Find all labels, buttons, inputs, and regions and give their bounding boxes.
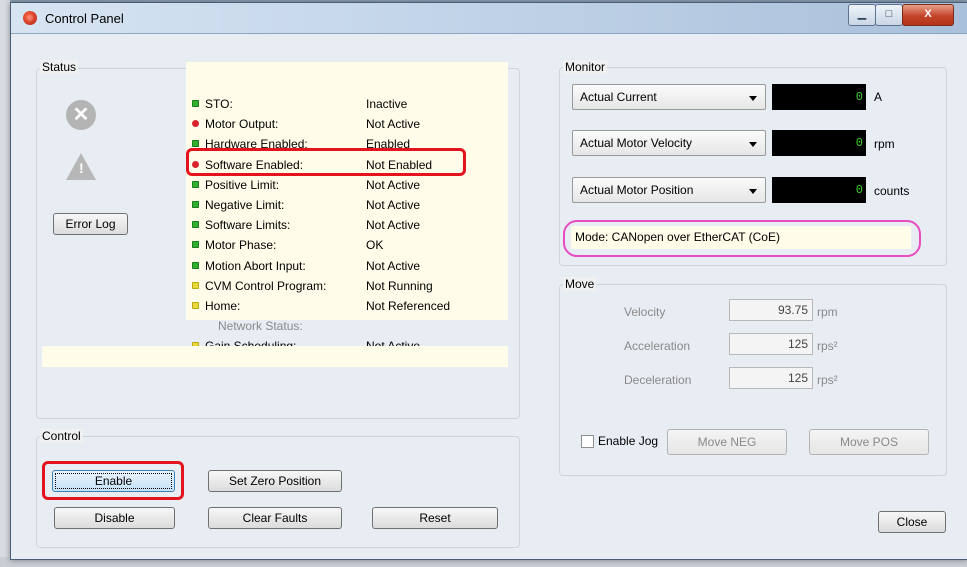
deceleration-input[interactable]: 125: [729, 367, 813, 389]
status-row-label: Home:: [205, 299, 241, 313]
green-indicator-icon: [192, 261, 199, 269]
monitor-unit-3: counts: [874, 184, 910, 198]
enable-jog-checkbox[interactable]: [581, 435, 594, 448]
enable-jog-label[interactable]: Enable Jog: [598, 434, 658, 448]
status-row-value: Not Active: [366, 198, 421, 212]
status-row: Motor Output: Not Active: [192, 117, 420, 133]
status-message-bar: [42, 346, 508, 367]
status-row: CVM Control Program: Not Running: [192, 278, 433, 295]
status-row: Positive Limit: Not Active: [192, 177, 420, 194]
velocity-label: Velocity: [624, 305, 666, 319]
status-row-value: Not Active: [366, 258, 421, 273]
maximize-button[interactable]: □: [875, 4, 903, 26]
move-pos-button[interactable]: Move POS: [809, 429, 929, 455]
monitor-unit-1: A: [874, 90, 883, 104]
status-row: Network Status:: [218, 319, 303, 335]
deceleration-label: Deceleration: [624, 373, 692, 387]
status-row-value: Not Active: [366, 218, 421, 233]
status-row-label: Software Limits:: [205, 218, 291, 233]
close-window-button[interactable]: X: [902, 4, 954, 26]
status-row-label: Motor Phase:: [205, 238, 277, 253]
monitor-readout-3: 0: [772, 177, 866, 203]
disable-button[interactable]: Disable: [54, 507, 175, 529]
move-group-label: Move: [563, 277, 597, 291]
status-row-label: Negative Limit:: [205, 198, 285, 212]
acceleration-unit: rps²: [817, 339, 838, 353]
chevron-down-icon: [749, 96, 757, 101]
status-row-label: Motion Abort Input:: [205, 258, 306, 273]
status-row-label: STO:: [205, 97, 233, 111]
monitor-select-2-value: Actual Motor Velocity: [580, 136, 693, 150]
status-row: Negative Limit: Not Active: [192, 198, 420, 214]
status-row-label: CVM Control Program:: [205, 278, 327, 293]
monitor-select-3-value: Actual Motor Position: [580, 183, 694, 197]
acceleration-label: Acceleration: [624, 339, 691, 353]
status-row-label: Positive Limit:: [205, 177, 280, 192]
status-group-label: Status: [40, 60, 79, 74]
reset-button[interactable]: Reset: [372, 507, 498, 529]
status-row-value: Not Running: [366, 278, 433, 293]
move-neg-button[interactable]: Move NEG: [667, 429, 787, 455]
green-indicator-icon: [192, 201, 199, 208]
monitor-readout-2: 0: [772, 130, 866, 156]
chevron-down-icon: [749, 142, 757, 147]
app-icon: [23, 11, 37, 25]
monitor-unit-2: rpm: [874, 137, 895, 151]
window-title: Control Panel: [45, 11, 124, 26]
title-bar[interactable]: Control Panel ▁ □ X: [11, 3, 967, 34]
status-row: STO: Inactive: [192, 97, 407, 113]
green-indicator-icon: [192, 100, 199, 107]
status-row-label: Network Status:: [218, 319, 303, 334]
error-circle-icon: ✕: [66, 100, 96, 130]
green-indicator-icon: [192, 140, 199, 148]
status-row: Motor Phase: OK: [192, 238, 383, 254]
monitor-select-2[interactable]: Actual Motor Velocity: [572, 130, 766, 156]
monitor-readout-1: 0: [772, 84, 866, 110]
green-indicator-icon: [192, 241, 199, 249]
status-row: Motion Abort Input: Not Active: [192, 258, 420, 275]
status-row: Home: Not Referenced: [192, 299, 450, 315]
red-indicator-icon: [192, 120, 199, 128]
status-row-value: Not Referenced: [366, 299, 451, 313]
monitor-select-1[interactable]: Actual Current: [572, 84, 766, 110]
yellow-indicator-icon: [192, 302, 199, 309]
monitor-select-1-value: Actual Current: [580, 90, 657, 104]
status-row-value: OK: [366, 238, 384, 253]
software-enabled-highlight: [186, 148, 466, 176]
status-row: Software Limits: Not Active: [192, 218, 420, 234]
status-row-value: Not Active: [366, 117, 421, 132]
monitor-group-label: Monitor: [563, 60, 608, 74]
monitor-select-3[interactable]: Actual Motor Position: [572, 177, 766, 203]
chevron-down-icon: [749, 189, 757, 194]
status-row-label: Motor Output:: [205, 117, 279, 132]
enable-button-highlight: [42, 461, 184, 500]
set-zero-position-button[interactable]: Set Zero Position: [208, 470, 342, 492]
warning-triangle-icon: !: [66, 153, 96, 180]
error-log-button[interactable]: Error Log: [53, 213, 128, 235]
status-row-value: Inactive: [366, 97, 408, 111]
status-row-value: Not Active: [366, 177, 421, 192]
green-indicator-icon: [192, 180, 199, 188]
deceleration-unit: rps²: [817, 373, 838, 387]
velocity-unit: rpm: [817, 305, 838, 319]
clear-faults-button[interactable]: Clear Faults: [208, 507, 342, 529]
acceleration-input[interactable]: 125: [729, 333, 813, 355]
green-indicator-icon: [192, 221, 199, 229]
mode-highlight: [563, 220, 921, 257]
velocity-input[interactable]: 93.75: [729, 299, 813, 321]
control-group-label: Control: [40, 429, 83, 443]
close-button[interactable]: Close: [878, 511, 946, 533]
yellow-indicator-icon: [192, 281, 199, 289]
minimize-button[interactable]: ▁: [848, 4, 876, 26]
background-window: [0, 0, 10, 567]
